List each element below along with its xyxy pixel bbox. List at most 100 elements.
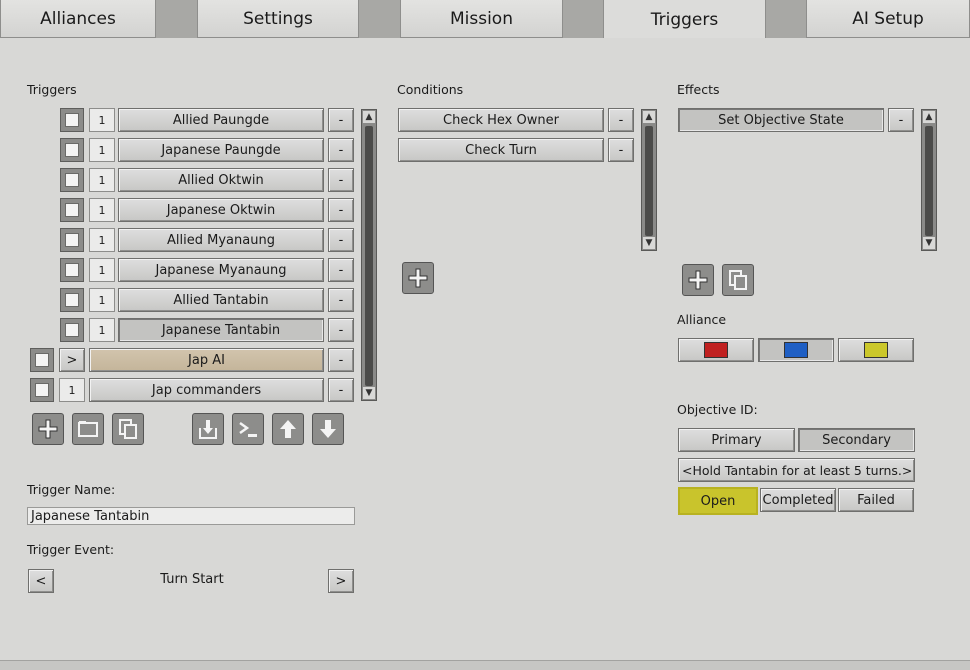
trigger-event-label: Trigger Event: bbox=[27, 542, 115, 557]
objective-state-open-button[interactable]: Open bbox=[678, 487, 758, 515]
objective-next-button[interactable]: > bbox=[902, 463, 912, 478]
objective-selector[interactable]: < Hold Tantabin for at least 5 turns. > bbox=[678, 458, 915, 482]
objective-secondary-button[interactable]: Secondary bbox=[798, 428, 915, 452]
trigger-remove-button[interactable]: - bbox=[328, 168, 354, 192]
trigger-group[interactable]: Jap commanders bbox=[89, 378, 324, 402]
conditions-heading: Conditions bbox=[397, 82, 464, 97]
objective-prev-button[interactable]: < bbox=[682, 463, 692, 478]
trigger-remove-button[interactable]: - bbox=[328, 198, 354, 222]
trigger-checkbox[interactable] bbox=[60, 108, 84, 132]
trigger-event-prev-button[interactable]: < bbox=[28, 569, 54, 593]
alliance-red-button[interactable] bbox=[678, 338, 754, 362]
trigger-checkbox[interactable] bbox=[60, 288, 84, 312]
tab-bar: Alliances Settings Mission Triggers AI S… bbox=[0, 0, 970, 40]
trigger-item[interactable]: Allied Oktwin bbox=[118, 168, 324, 192]
tab-ai-setup[interactable]: AI Setup bbox=[806, 0, 970, 38]
tab-alliances[interactable]: Alliances bbox=[0, 0, 156, 38]
trigger-count: 1 bbox=[89, 108, 115, 132]
group-expand-button[interactable]: > bbox=[59, 348, 85, 372]
move-up-icon[interactable] bbox=[272, 413, 304, 445]
copy-effect-icon[interactable] bbox=[722, 264, 754, 296]
scroll-up-arrow-icon[interactable]: ▲ bbox=[643, 111, 655, 123]
trigger-item[interactable]: Japanese Tantabin bbox=[118, 318, 324, 342]
trigger-name-label: Trigger Name: bbox=[27, 482, 116, 497]
condition-remove-button[interactable]: - bbox=[608, 108, 634, 132]
add-effect-icon[interactable] bbox=[682, 264, 714, 296]
scroll-down-arrow-icon[interactable]: ▼ bbox=[363, 387, 375, 399]
trigger-remove-button[interactable]: - bbox=[328, 318, 354, 342]
trigger-checkbox[interactable] bbox=[60, 168, 84, 192]
effects-scrollbar[interactable]: ▲ ▼ bbox=[921, 109, 937, 251]
trigger-checkbox[interactable] bbox=[60, 198, 84, 222]
objective-state-completed-button[interactable]: Completed bbox=[760, 488, 836, 512]
add-icon[interactable] bbox=[32, 413, 64, 445]
objective-primary-button[interactable]: Primary bbox=[678, 428, 795, 452]
trigger-item[interactable]: Allied Myanaung bbox=[118, 228, 324, 252]
trigger-item[interactable]: Japanese Paungde bbox=[118, 138, 324, 162]
console-icon[interactable] bbox=[232, 413, 264, 445]
objective-state-failed-button[interactable]: Failed bbox=[838, 488, 914, 512]
trigger-checkbox[interactable] bbox=[60, 258, 84, 282]
scroll-thumb[interactable] bbox=[365, 126, 373, 386]
group-checkbox[interactable] bbox=[30, 348, 54, 372]
bottom-border bbox=[0, 660, 970, 670]
objective-id-heading: Objective ID: bbox=[677, 402, 758, 417]
tab-mission[interactable]: Mission bbox=[400, 0, 563, 38]
scroll-up-arrow-icon[interactable]: ▲ bbox=[363, 111, 375, 123]
condition-check-turn[interactable]: Check Turn bbox=[398, 138, 604, 162]
trigger-remove-button[interactable]: - bbox=[328, 138, 354, 162]
folder-icon[interactable] bbox=[72, 413, 104, 445]
trigger-event-value: Turn Start bbox=[160, 572, 224, 587]
group-checkbox[interactable] bbox=[30, 378, 54, 402]
effects-heading: Effects bbox=[677, 82, 720, 97]
effect-set-objective-state[interactable]: Set Objective State bbox=[678, 108, 884, 132]
trigger-count: 1 bbox=[89, 168, 115, 192]
trigger-remove-button[interactable]: - bbox=[328, 258, 354, 282]
conditions-scrollbar[interactable]: ▲ ▼ bbox=[641, 109, 657, 251]
alliance-swatch bbox=[864, 342, 888, 358]
alliance-swatch bbox=[704, 342, 728, 358]
trigger-name-field[interactable]: Japanese Tantabin bbox=[27, 507, 355, 525]
scroll-up-arrow-icon[interactable]: ▲ bbox=[923, 111, 935, 123]
trigger-event-next-button[interactable]: > bbox=[328, 569, 354, 593]
trigger-item[interactable]: Allied Paungde bbox=[118, 108, 324, 132]
trigger-remove-button[interactable]: - bbox=[328, 348, 354, 372]
triggers-heading: Triggers bbox=[27, 82, 77, 97]
add-condition-icon[interactable] bbox=[402, 262, 434, 294]
trigger-remove-button[interactable]: - bbox=[328, 228, 354, 252]
trigger-checkbox[interactable] bbox=[60, 318, 84, 342]
trigger-item[interactable]: Allied Tantabin bbox=[118, 288, 324, 312]
alliance-blue-button[interactable] bbox=[758, 338, 834, 362]
import-icon[interactable] bbox=[192, 413, 224, 445]
trigger-checkbox[interactable] bbox=[60, 228, 84, 252]
alliance-yellow-button[interactable] bbox=[838, 338, 914, 362]
trigger-count: 1 bbox=[89, 228, 115, 252]
objective-text: Hold Tantabin for at least 5 turns. bbox=[692, 462, 902, 478]
move-down-icon[interactable] bbox=[312, 413, 344, 445]
trigger-remove-button[interactable]: - bbox=[328, 378, 354, 402]
condition-check-hex-owner[interactable]: Check Hex Owner bbox=[398, 108, 604, 132]
trigger-count: 1 bbox=[89, 198, 115, 222]
tab-settings[interactable]: Settings bbox=[197, 0, 359, 38]
trigger-remove-button[interactable]: - bbox=[328, 108, 354, 132]
trigger-remove-button[interactable]: - bbox=[328, 288, 354, 312]
trigger-item[interactable]: Japanese Oktwin bbox=[118, 198, 324, 222]
trigger-checkbox[interactable] bbox=[60, 138, 84, 162]
alliance-swatch bbox=[784, 342, 808, 358]
trigger-item[interactable]: Japanese Myanaung bbox=[118, 258, 324, 282]
condition-remove-button[interactable]: - bbox=[608, 138, 634, 162]
scroll-down-arrow-icon[interactable]: ▼ bbox=[923, 237, 935, 249]
trigger-group[interactable]: Jap AI bbox=[89, 348, 324, 372]
alliance-heading: Alliance bbox=[677, 312, 727, 327]
tab-separator bbox=[765, 0, 807, 38]
scroll-thumb[interactable] bbox=[925, 126, 933, 236]
effect-remove-button[interactable]: - bbox=[888, 108, 914, 132]
copy-icon[interactable] bbox=[112, 413, 144, 445]
trigger-count: 1 bbox=[89, 258, 115, 282]
triggers-scrollbar[interactable]: ▲ ▼ bbox=[361, 109, 377, 401]
scroll-thumb[interactable] bbox=[645, 126, 653, 236]
tab-triggers[interactable]: Triggers bbox=[603, 0, 766, 40]
trigger-count: 1 bbox=[89, 318, 115, 342]
trigger-count: 1 bbox=[89, 138, 115, 162]
scroll-down-arrow-icon[interactable]: ▼ bbox=[643, 237, 655, 249]
